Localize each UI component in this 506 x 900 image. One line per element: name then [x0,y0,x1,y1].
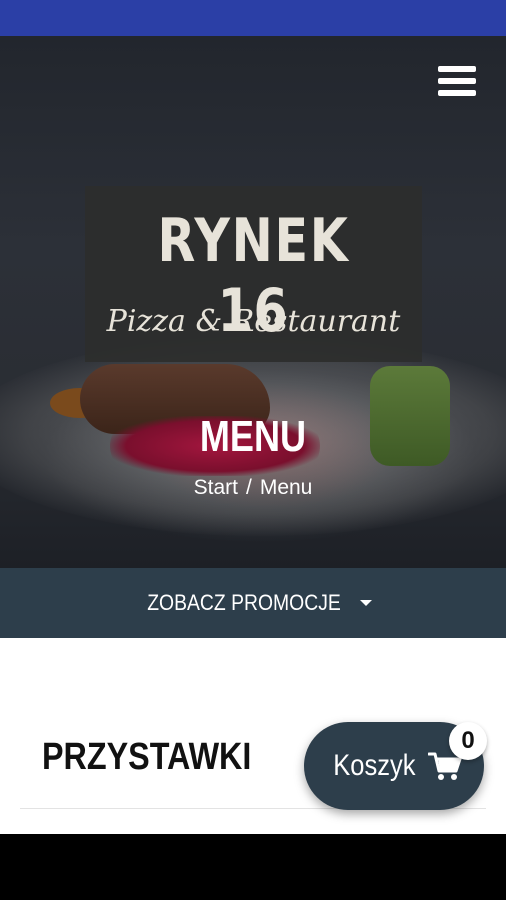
cart-label: Koszyk [332,749,416,782]
promotions-toggle-button[interactable]: ZOBACZ PROMOCJE [0,568,506,638]
page-title: MENU [199,412,307,461]
breadcrumb-separator: / [245,476,252,499]
status-bar [0,0,506,36]
breadcrumb-home-link[interactable]: Start [194,476,238,499]
breadcrumb: Start / Menu [0,476,506,500]
promotions-label: ZOBACZ PROMOCJE [147,590,341,615]
system-navigation-bar [0,834,506,900]
cart-count-badge: 0 [449,722,487,760]
logo-subtitle: Pizza & Restaurant [106,304,401,339]
caret-down-icon [360,600,372,606]
breadcrumb-current: Menu [259,476,313,499]
hamburger-menu-icon[interactable] [436,66,478,102]
restaurant-logo[interactable]: RYNEK 16 Pizza & Restaurant [85,186,422,362]
section-title: PRZYSTAWKI [42,736,252,778]
